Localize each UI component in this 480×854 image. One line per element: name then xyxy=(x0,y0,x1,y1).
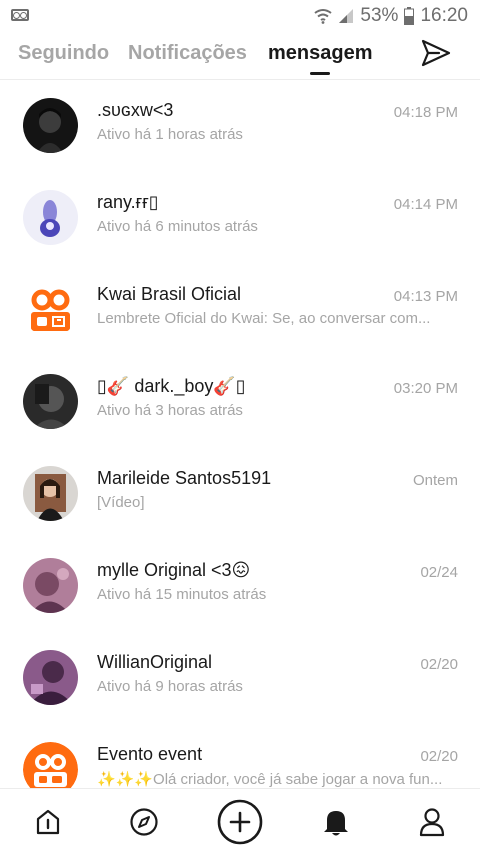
nav-profile-button[interactable] xyxy=(402,789,462,854)
status-indicators: 53% 16:20 xyxy=(314,5,468,27)
nav-home-button[interactable] xyxy=(18,789,78,854)
message-preview: ✨✨✨Olá criador, você já sabe jogar a nov… xyxy=(97,771,443,788)
tab-notificacoes[interactable]: Notificações xyxy=(128,42,247,65)
add-icon xyxy=(217,799,263,845)
message-time: 02/24 xyxy=(420,564,458,581)
signal-icon xyxy=(339,9,354,23)
nav-notifications-button[interactable] xyxy=(306,789,366,854)
message-time: 04:18 PM xyxy=(393,104,458,121)
top-tabs: Seguindo Notificações mensagem xyxy=(0,32,480,80)
message-time: Ontem xyxy=(412,472,458,489)
message-preview: Ativo há 15 minutos atrás xyxy=(97,586,267,603)
message-preview: Ativo há 1 horas atrás xyxy=(97,126,243,143)
message-row[interactable]: Evento event ✨✨✨Olá criador, você já sab… xyxy=(0,724,480,788)
message-time: 03:20 PM xyxy=(393,380,458,397)
message-row[interactable]: mylle Original <3😖 Ativo há 15 minutos a… xyxy=(0,540,480,632)
message-row[interactable]: Kwai Brasil Oficial Lembrete Oficial do … xyxy=(0,264,480,356)
nav-discover-button[interactable] xyxy=(114,789,174,854)
clock: 16:20 xyxy=(420,5,468,26)
message-row[interactable]: WillianOriginal Ativo há 9 horas atrás 0… xyxy=(0,632,480,724)
wifi-icon xyxy=(314,9,333,24)
avatar xyxy=(23,98,78,153)
kwai-event-logo xyxy=(23,742,78,788)
message-sender: mylle Original <3😖 xyxy=(97,560,251,580)
message-sender: ▯🎸 dark._boy🎸▯ xyxy=(97,376,246,396)
active-tab-indicator xyxy=(310,72,330,75)
tab-seguindo[interactable]: Seguindo xyxy=(18,42,109,65)
message-time: 04:14 PM xyxy=(393,196,458,213)
battery-icon xyxy=(404,7,415,25)
avatar xyxy=(23,466,78,521)
message-sender: Marileide Santos5191 xyxy=(97,468,272,488)
tab-mensagem[interactable]: mensagem xyxy=(268,42,373,65)
message-preview: Ativo há 9 horas atrás xyxy=(97,678,243,695)
nav-create-button[interactable] xyxy=(210,789,270,854)
message-preview: Lembrete Oficial do Kwai: Se, ao convers… xyxy=(97,310,431,327)
voicemail-icon xyxy=(11,9,29,21)
message-time: 04:13 PM xyxy=(393,288,458,305)
message-row[interactable]: rany.ғғ▯ Ativo há 6 minutos atrás 04:14 … xyxy=(0,172,480,264)
message-sender: Evento event xyxy=(97,744,203,764)
avatar xyxy=(23,650,78,705)
kwai-logo xyxy=(23,282,78,337)
bell-icon xyxy=(324,811,348,836)
message-list: .sᴜɢxw<3 Ativo há 1 horas atrás 04:18 PM… xyxy=(0,80,480,788)
message-row[interactable]: .sᴜɢxw<3 Ativo há 1 horas atrás 04:18 PM xyxy=(0,80,480,172)
home-icon xyxy=(36,809,60,835)
message-sender: WillianOriginal xyxy=(97,652,213,672)
send-icon xyxy=(421,39,451,67)
discover-icon xyxy=(130,808,158,836)
profile-icon xyxy=(419,808,445,837)
message-time: 02/20 xyxy=(420,748,458,765)
message-time: 02/20 xyxy=(420,656,458,673)
battery-percent: 53% xyxy=(360,5,399,26)
message-preview: [Vídeo] xyxy=(97,494,145,511)
bottom-nav xyxy=(0,788,480,854)
message-sender: .sᴜɢxw<3 xyxy=(97,100,174,120)
avatar xyxy=(23,374,78,429)
message-row[interactable]: ▯🎸 dark._boy🎸▯ Ativo há 3 horas atrás 03… xyxy=(0,356,480,448)
status-bar: 53% 16:20 xyxy=(0,0,480,32)
message-row[interactable]: Marileide Santos5191 [Vídeo] Ontem xyxy=(0,448,480,540)
send-button[interactable] xyxy=(420,38,452,68)
message-preview: Ativo há 3 horas atrás xyxy=(97,402,243,419)
message-sender: Kwai Brasil Oficial xyxy=(97,284,242,304)
avatar xyxy=(23,558,78,613)
message-preview: Ativo há 6 minutos atrás xyxy=(97,218,258,235)
message-sender: rany.ғғ▯ xyxy=(97,192,159,212)
avatar xyxy=(23,190,78,245)
